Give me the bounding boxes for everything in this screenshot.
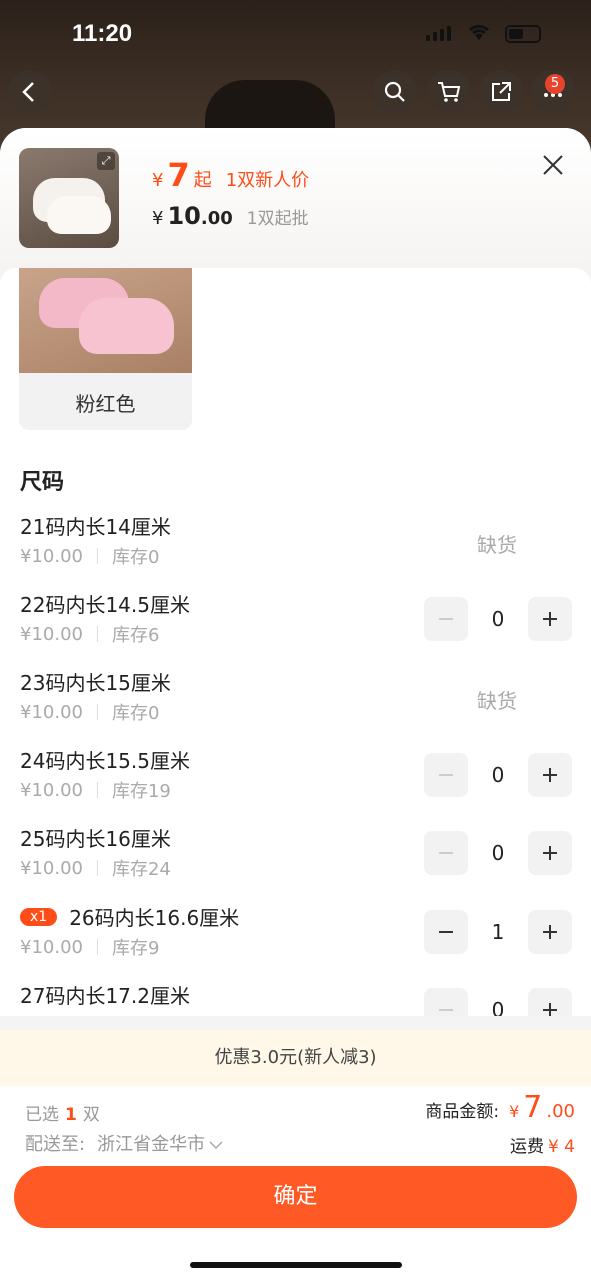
quantity-value[interactable]: 1 <box>468 910 528 954</box>
minus-icon <box>439 1009 453 1011</box>
out-of-stock-label: 缺货 <box>477 689 517 713</box>
size-row: 25码内长16厘米 ¥10.00 库存24 0 <box>0 823 591 901</box>
size-row: 21码内长14厘米 ¥10.00 库存0 缺货 <box>20 515 517 568</box>
plus-icon <box>543 1003 557 1016</box>
search-icon <box>384 81 405 102</box>
minus-icon <box>439 931 453 933</box>
selected-summary: 已选 1 双 <box>25 1105 100 1125</box>
size-section-title: 尺码 <box>20 470 65 495</box>
home-indicator <box>190 1262 402 1268</box>
search-button[interactable] <box>373 70 417 114</box>
color-option-label: 粉红色 <box>75 392 136 416</box>
back-button[interactable] <box>8 70 52 114</box>
increase-button[interactable] <box>528 597 572 641</box>
plus-icon <box>543 925 557 939</box>
plus-icon <box>543 846 557 860</box>
decrease-button[interactable] <box>424 597 468 641</box>
increase-button[interactable] <box>528 910 572 954</box>
plus-icon <box>543 612 557 626</box>
quantity-stepper: 0 <box>424 988 572 1016</box>
increase-button[interactable] <box>528 753 572 797</box>
decrease-button[interactable] <box>424 988 468 1016</box>
share-button[interactable] <box>479 70 523 114</box>
sku-list-body: 粉红色 尺码 21码内长14厘米 ¥10.00 库存0 缺货 22码内长14.5厘… <box>0 268 591 1016</box>
chevron-down-icon <box>209 1141 223 1150</box>
message-count-badge: 5 <box>545 74 565 94</box>
cart-button[interactable] <box>427 70 471 114</box>
delivery-location[interactable]: 配送至: 浙江省金华市 <box>25 1130 223 1156</box>
share-icon <box>492 82 511 101</box>
quantity-value[interactable]: 0 <box>468 988 528 1016</box>
sheet-header: ⤢ ¥ 7 起 1双新人价 ¥ 10.00 1双起批 <box>0 128 591 268</box>
expand-icon[interactable]: ⤢ <box>97 152 115 170</box>
battery-icon <box>505 25 541 43</box>
new-user-price: ¥ 7 起 1双新人价 <box>152 156 310 194</box>
goods-amount: 商品金额: ¥ 7.00 <box>425 1090 575 1125</box>
decrease-button[interactable] <box>424 910 468 954</box>
min-order: 1双起批 <box>246 209 309 229</box>
promo-banner: 优惠3.0元(新人减3) <box>0 1030 591 1086</box>
confirm-button[interactable]: 确定 <box>14 1166 577 1228</box>
shipping-fee: 运费 ¥ 4 <box>509 1137 575 1157</box>
status-bar: 11:20 <box>0 0 591 64</box>
minus-icon <box>439 852 453 854</box>
quantity-stepper: 0 <box>424 597 572 641</box>
increase-button[interactable] <box>528 831 572 875</box>
quantity-stepper: 0 <box>424 753 572 797</box>
checkout-footer: 已选 1 双 配送至: 浙江省金华市 商品金额: ¥ 7.00 运费 ¥ 4 确定 <box>0 1086 591 1280</box>
close-icon[interactable] <box>538 150 568 180</box>
unit-price: ¥ 10.00 1双起批 <box>152 202 309 230</box>
minus-icon <box>439 774 453 776</box>
quantity-stepper: 1 <box>424 910 572 954</box>
size-row: 23码内长15厘米 ¥10.00 库存0 缺货 <box>20 671 517 724</box>
quantity-value[interactable]: 0 <box>468 753 528 797</box>
size-row: 27码内长17.2厘米 0 <box>0 980 591 1016</box>
out-of-stock-label: 缺货 <box>477 533 517 557</box>
signal-icon <box>426 26 451 41</box>
quantity-value[interactable]: 0 <box>468 597 528 641</box>
plus-icon <box>543 768 557 782</box>
minus-icon <box>439 618 453 620</box>
sku-selector-sheet: ⤢ ¥ 7 起 1双新人价 ¥ 10.00 1双起批 粉红色 尺码 21码内长1… <box>0 128 591 1280</box>
decrease-button[interactable] <box>424 831 468 875</box>
color-option-pink[interactable]: 粉红色 <box>19 268 192 430</box>
size-row: 24码内长15.5厘米 ¥10.00 库存19 0 <box>0 745 591 823</box>
decrease-button[interactable] <box>424 753 468 797</box>
cart-icon <box>438 82 461 102</box>
selected-count-badge: x1 <box>20 907 58 926</box>
increase-button[interactable] <box>528 988 572 1016</box>
new-user-price-tag: 1双新人价 <box>225 170 310 191</box>
back-icon <box>22 82 34 102</box>
size-row: 22码内长14.5厘米 ¥10.00 库存6 0 <box>0 589 591 667</box>
size-row: x1 26码内长16.6厘米 ¥10.00 库存9 1 <box>0 902 591 980</box>
product-thumbnail[interactable]: ⤢ <box>19 148 119 248</box>
quantity-stepper: 0 <box>424 831 572 875</box>
color-option-image <box>19 268 192 373</box>
wifi-icon <box>468 24 490 40</box>
quantity-value[interactable]: 0 <box>468 831 528 875</box>
status-time: 11:20 <box>72 20 133 47</box>
